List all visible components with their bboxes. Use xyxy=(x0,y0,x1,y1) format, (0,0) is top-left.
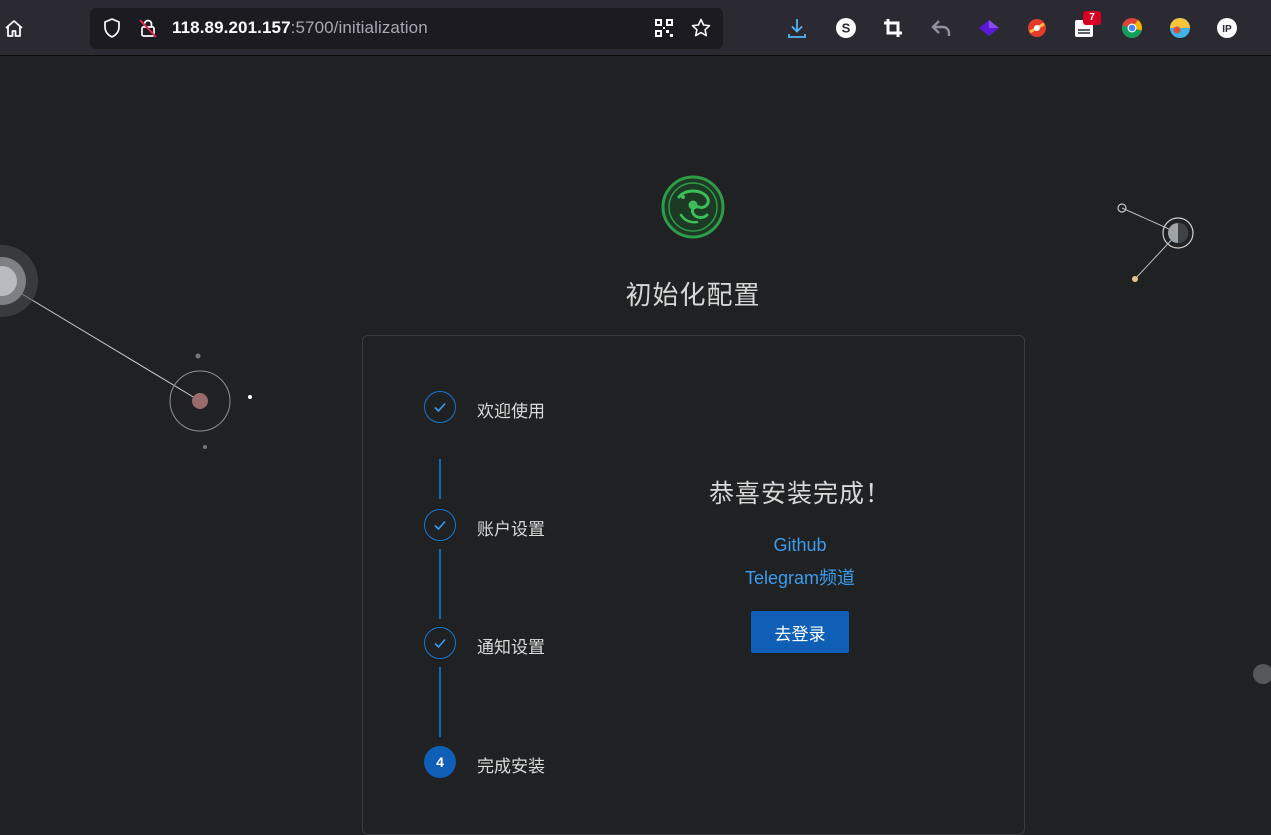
purple-extension-icon[interactable] xyxy=(978,17,1000,39)
url-host: 118.89.201.157 xyxy=(172,18,291,37)
step-connector xyxy=(439,459,441,499)
bookmark-star-icon[interactable] xyxy=(687,14,715,42)
red-extension-icon[interactable] xyxy=(1026,17,1048,39)
url-path: :5700/initialization xyxy=(290,18,428,37)
github-link[interactable]: Github xyxy=(653,535,947,556)
dragon-logo-icon xyxy=(661,175,725,239)
step-3-check-icon xyxy=(424,627,456,659)
ip-extension-icon[interactable]: IP xyxy=(1216,17,1238,39)
undo-icon[interactable] xyxy=(930,17,952,39)
page-content: 初始化配置 欢迎使用 账户设置 通知设置 4 完成安装 恭喜安装完成！ Gith… xyxy=(0,57,1271,835)
setup-card: 欢迎使用 账户设置 通知设置 4 完成安装 恭喜安装完成！ Github Tel… xyxy=(362,335,1025,835)
home-icon[interactable] xyxy=(0,14,28,42)
crop-icon[interactable] xyxy=(882,17,904,39)
step-connector xyxy=(439,549,441,619)
step-3-label: 通知设置 xyxy=(477,638,545,658)
login-button[interactable]: 去登录 xyxy=(751,611,849,653)
chrome-icon[interactable] xyxy=(1121,17,1143,39)
page-title: 初始化配置 xyxy=(625,281,761,311)
url-text[interactable]: 118.89.201.157:5700/initialization xyxy=(172,18,428,38)
step-2-label: 账户设置 xyxy=(477,520,545,540)
step-1-label: 欢迎使用 xyxy=(477,402,545,422)
extension-badge: 7 xyxy=(1083,11,1101,25)
svg-text:S: S xyxy=(842,21,851,36)
qr-code-icon[interactable] xyxy=(650,14,678,42)
insecure-lock-icon[interactable] xyxy=(134,14,162,42)
step-1-check-icon xyxy=(424,391,456,423)
address-bar[interactable]: 118.89.201.157:5700/initialization xyxy=(90,8,723,49)
step-4-label: 完成安装 xyxy=(477,757,545,777)
colorful-extension-icon[interactable] xyxy=(1169,17,1191,39)
step-4-number-badge: 4 xyxy=(424,746,456,778)
s-extension-icon[interactable]: S xyxy=(835,17,857,39)
browser-toolbar: 118.89.201.157:5700/initialization S 7 I… xyxy=(0,0,1271,56)
svg-text:IP: IP xyxy=(1222,24,1232,35)
shield-icon[interactable] xyxy=(98,14,126,42)
download-icon[interactable] xyxy=(786,17,808,39)
step-2-check-icon xyxy=(424,509,456,541)
telegram-link[interactable]: Telegram频道 xyxy=(653,564,947,590)
success-message: 恭喜安装完成！ xyxy=(708,479,891,508)
step-connector xyxy=(439,667,441,737)
